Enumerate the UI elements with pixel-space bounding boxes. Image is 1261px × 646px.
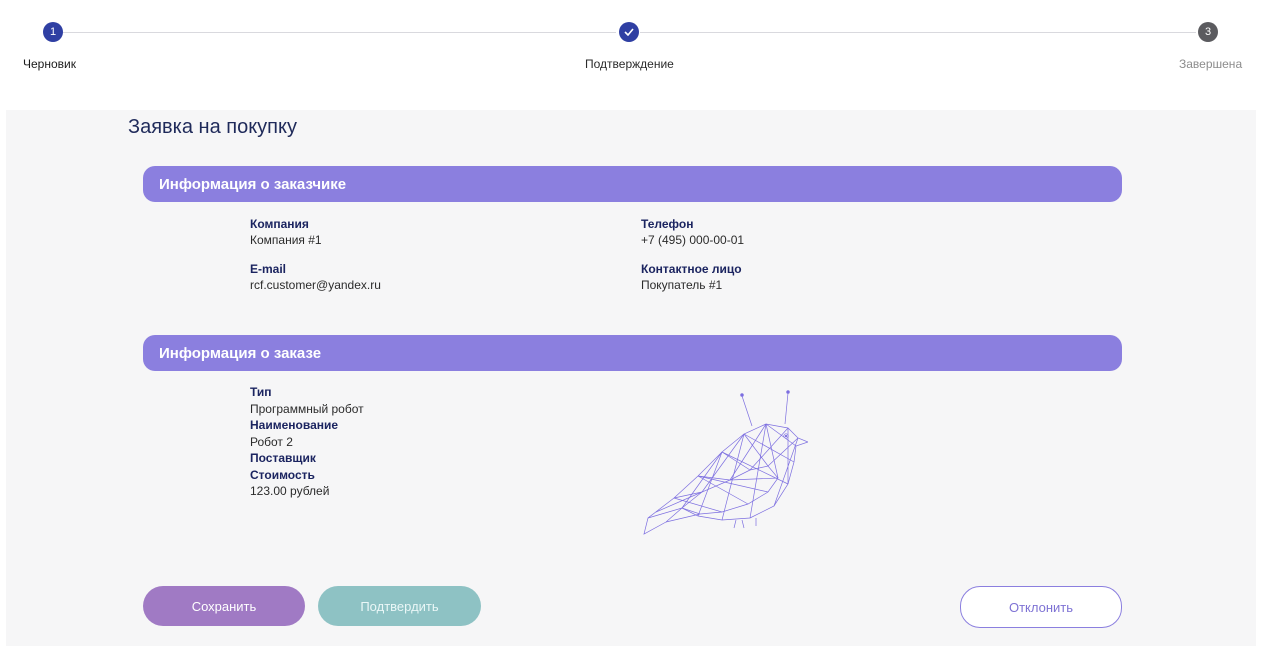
company-value: Компания #1 [250,233,322,247]
name-value: Робот 2 [250,434,293,449]
email-label: E-mail [250,262,287,276]
robot-bird-illustration-icon [638,388,810,536]
step-2-check-icon [619,22,639,42]
phone-field: Телефон +7 (495) 000-00-01 [641,216,744,248]
step-3-indicator: 3 [1198,22,1218,42]
step-1-indicator: 1 [43,22,63,42]
type-label: Тип [250,385,272,399]
save-button[interactable]: Сохранить [143,586,305,626]
contact-label: Контактное лицо [641,262,742,276]
name-label: Наименование [250,418,339,432]
order-section-header: Информация о заказе [143,335,1122,371]
step-3-number: 3 [1204,26,1212,38]
company-field: Компания Компания #1 [250,216,322,248]
reject-button[interactable]: Отклонить [960,586,1122,628]
step-3-label: Завершена [1179,57,1243,71]
progress-stepper: 1 3 Черновик Подтверждение Завершена [0,0,1261,110]
step-1-label: Черновик [23,57,76,71]
confirm-button[interactable]: Подтвердить [318,586,481,626]
stepper-connector [62,32,616,33]
contact-value: Покупатель #1 [641,278,723,292]
purchase-request-panel: Заявка на покупку Информация о заказчике… [6,110,1256,646]
order-details: Тип Программный робот Наименование Робот… [250,384,364,500]
phone-value: +7 (495) 000-00-01 [641,233,745,247]
type-value: Программный робот [250,401,364,416]
contact-field: Контактное лицо Покупатель #1 [641,261,742,293]
email-field: E-mail rcf.customer@yandex.ru [250,261,381,293]
price-value: 123.00 рублей [250,484,330,498]
customer-section-header: Информация о заказчике [143,166,1122,202]
stepper-connector [640,32,1196,33]
step-1-number: 1 [49,26,57,38]
company-label: Компания [250,217,309,231]
step-2-label: Подтверждение [585,57,674,71]
email-value: rcf.customer@yandex.ru [250,278,381,292]
price-label: Стоимость [250,467,315,482]
phone-label: Телефон [641,217,694,231]
page-title: Заявка на покупку [128,116,297,138]
supplier-label: Поставщик [250,451,316,465]
